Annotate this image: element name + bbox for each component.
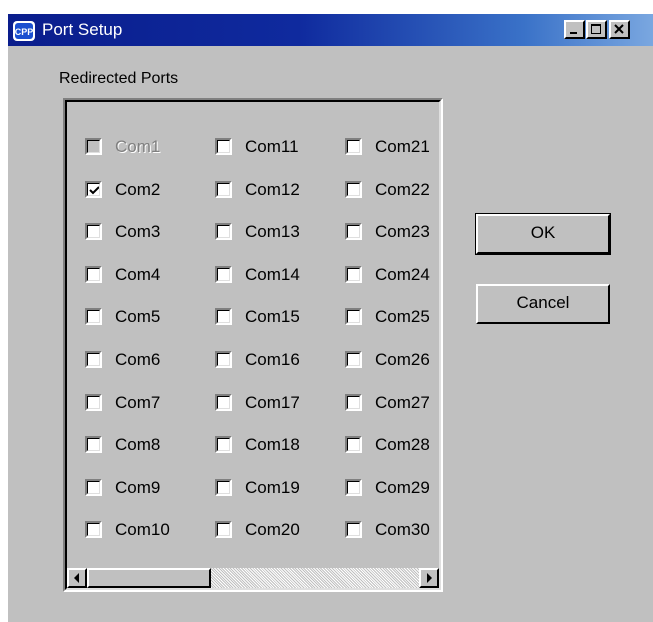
port-label: Com4	[115, 265, 161, 284]
horizontal-scrollbar[interactable]	[67, 568, 439, 588]
app-icon[interactable]: CPP	[12, 20, 36, 42]
port-checkbox[interactable]	[345, 223, 362, 240]
scroll-left-button[interactable]	[67, 568, 87, 588]
port-label: Com24	[375, 265, 430, 284]
port-checkbox	[85, 138, 102, 155]
port-setup-window: CPP Port Setup Redirected Ports Com1 Com2…	[8, 14, 653, 622]
check-icon	[89, 186, 100, 195]
port-label: Com19	[245, 478, 300, 497]
maximize-button[interactable]	[586, 20, 607, 39]
port-label: Com9	[115, 478, 161, 497]
port-checkbox[interactable]	[345, 181, 362, 198]
port-label: Com18	[245, 435, 300, 454]
port-checkbox[interactable]	[215, 138, 232, 155]
port-checkbox[interactable]	[345, 266, 362, 283]
port-label: Com16	[245, 350, 300, 369]
port-checkbox[interactable]	[85, 308, 102, 325]
port-checkbox[interactable]	[85, 266, 102, 283]
scroll-thumb[interactable]	[87, 568, 211, 588]
port-label: Com11	[245, 137, 299, 156]
arrow-left-icon	[74, 573, 79, 583]
port-label: Com29	[375, 478, 430, 497]
minimize-button[interactable]	[564, 20, 585, 39]
maximize-icon	[591, 24, 601, 34]
port-label: Com26	[375, 350, 430, 369]
cancel-button[interactable]: Cancel	[476, 284, 610, 324]
ports-list-panel: Com1 Com2 Com3 Com4 Com5 Com6 Com7 Com8 Com9 Com1…	[63, 98, 443, 592]
close-button[interactable]	[609, 20, 630, 39]
port-checkbox[interactable]	[85, 436, 102, 453]
port-label: Com1	[115, 137, 161, 156]
port-checkbox[interactable]	[345, 138, 362, 155]
port-label: Com20	[245, 520, 300, 539]
port-checkbox[interactable]	[85, 181, 102, 198]
svg-text:CPP: CPP	[15, 27, 34, 37]
port-checkbox[interactable]	[215, 351, 232, 368]
port-label: Com17	[245, 393, 300, 412]
port-label: Com23	[375, 222, 430, 241]
port-checkbox[interactable]	[85, 479, 102, 496]
port-checkbox[interactable]	[345, 351, 362, 368]
port-checkbox[interactable]	[215, 181, 232, 198]
port-checkbox[interactable]	[85, 394, 102, 411]
port-label: Com3	[115, 222, 161, 241]
port-label: Com10	[115, 520, 170, 539]
redirected-ports-caption: Redirected Ports	[59, 70, 179, 87]
port-label: Com13	[245, 222, 300, 241]
port-checkbox[interactable]	[215, 308, 232, 325]
minimize-icon	[570, 32, 577, 34]
port-label: Com27	[375, 393, 430, 412]
port-label: Com15	[245, 307, 300, 326]
scroll-right-button[interactable]	[419, 568, 439, 588]
port-label: Com6	[115, 350, 161, 369]
port-checkbox[interactable]	[85, 351, 102, 368]
port-checkbox[interactable]	[345, 394, 362, 411]
port-label: Com12	[245, 180, 300, 199]
port-checkbox[interactable]	[215, 223, 232, 240]
window-title: Port Setup	[42, 20, 123, 39]
port-label: Com22	[375, 180, 430, 199]
port-label: Com28	[375, 435, 430, 454]
port-label: Com7	[115, 393, 161, 412]
port-checkbox[interactable]	[215, 436, 232, 453]
port-checkbox[interactable]	[345, 436, 362, 453]
port-label: Com30	[375, 520, 430, 539]
port-checkbox[interactable]	[215, 266, 232, 283]
port-checkbox[interactable]	[345, 521, 362, 538]
arrow-right-icon	[427, 573, 432, 583]
port-checkbox[interactable]	[215, 521, 232, 538]
close-icon	[614, 24, 624, 34]
ports-list-inner: Com1 Com2 Com3 Com4 Com5 Com6 Com7 Com8 Com9 Com1…	[65, 100, 441, 590]
port-checkbox[interactable]	[215, 479, 232, 496]
port-checkbox[interactable]	[345, 479, 362, 496]
port-checkbox[interactable]	[215, 394, 232, 411]
port-label: Com14	[245, 265, 300, 284]
port-label: Com21	[375, 137, 430, 156]
port-label: Com25	[375, 307, 430, 326]
title-bar[interactable]: CPP Port Setup	[8, 14, 653, 46]
port-label: Com5	[115, 307, 161, 326]
port-checkbox[interactable]	[85, 521, 102, 538]
ok-button[interactable]: OK	[475, 213, 611, 255]
port-checkbox[interactable]	[345, 308, 362, 325]
port-checkbox[interactable]	[85, 223, 102, 240]
port-label: Com2	[115, 180, 161, 199]
port-label: Com8	[115, 435, 161, 454]
